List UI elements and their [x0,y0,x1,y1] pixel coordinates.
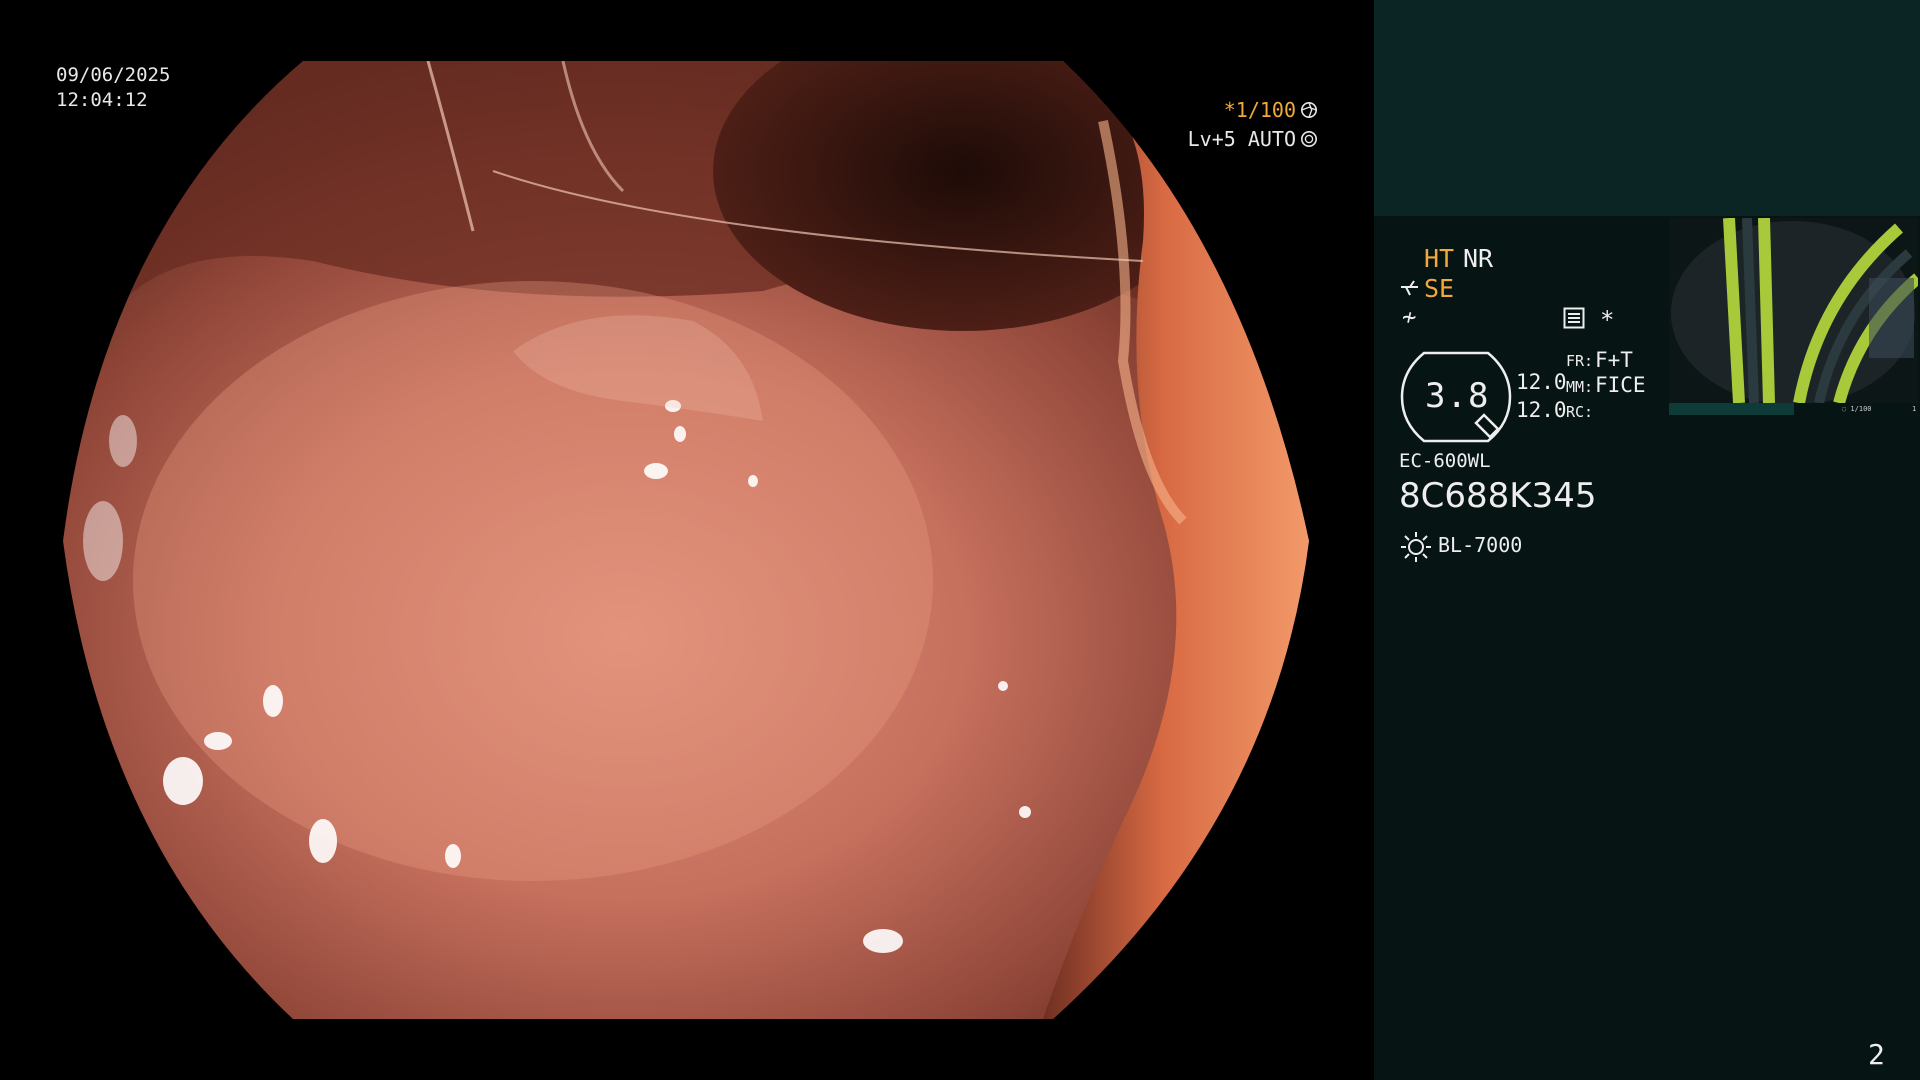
time-display: 12:04:12 [56,89,148,111]
iris-level: Lv+5 AUTO [1187,127,1296,151]
setting-value-2: 12.0 [1516,398,1567,422]
endoscopic-image [63,61,1311,1019]
zoom-value: 3.8 [1425,376,1490,416]
thumbnail-index: 1 [1912,405,1917,413]
fr-label: FR: [1566,352,1594,370]
aperture-icon [1300,101,1318,119]
setting-value-1: 12.0 [1516,370,1567,394]
star-indicator: * [1600,306,1615,334]
se-indicator: SE [1424,274,1455,303]
mm-value: FICE [1595,373,1646,397]
endoscopy-screen: 09/06/2025 12:04:12 *1/100 Lv+5 AUTO HT … [0,0,1920,1080]
date-display: 09/06/2025 [56,64,171,86]
thumbnail-bar [1669,403,1794,415]
scope-model: EC-600WL [1399,450,1491,472]
shutter-speed: *1/100 [1223,98,1296,122]
fr-value: F+T [1595,348,1633,372]
structure-enhancement-row: SE [1400,276,1454,301]
mm-label: MM: [1566,378,1594,396]
thumbnail-caption: ◌ 1/100 [1842,405,1872,413]
scope-serial: 8C688K345 [1399,476,1597,516]
iris-row: Lv+5 AUTO [1188,129,1318,149]
ht-indicator: HT [1424,244,1455,273]
rc-label: RC: [1566,403,1594,421]
sun-icon [1401,532,1431,562]
menu-icon [1563,307,1585,329]
panel-header-area [1374,0,1920,216]
reference-thumbnail [1669,218,1918,403]
shutter-speed-row: *1/100 [1224,100,1318,120]
light-source: BL-7000 [1438,533,1523,557]
iris-icon [1300,130,1318,148]
noise-reduction-icon: ≁ [1402,303,1417,331]
scope-tip-icon [1401,279,1418,295]
nr-indicator: NR [1463,244,1494,273]
page-number: 2 [1868,1038,1885,1071]
